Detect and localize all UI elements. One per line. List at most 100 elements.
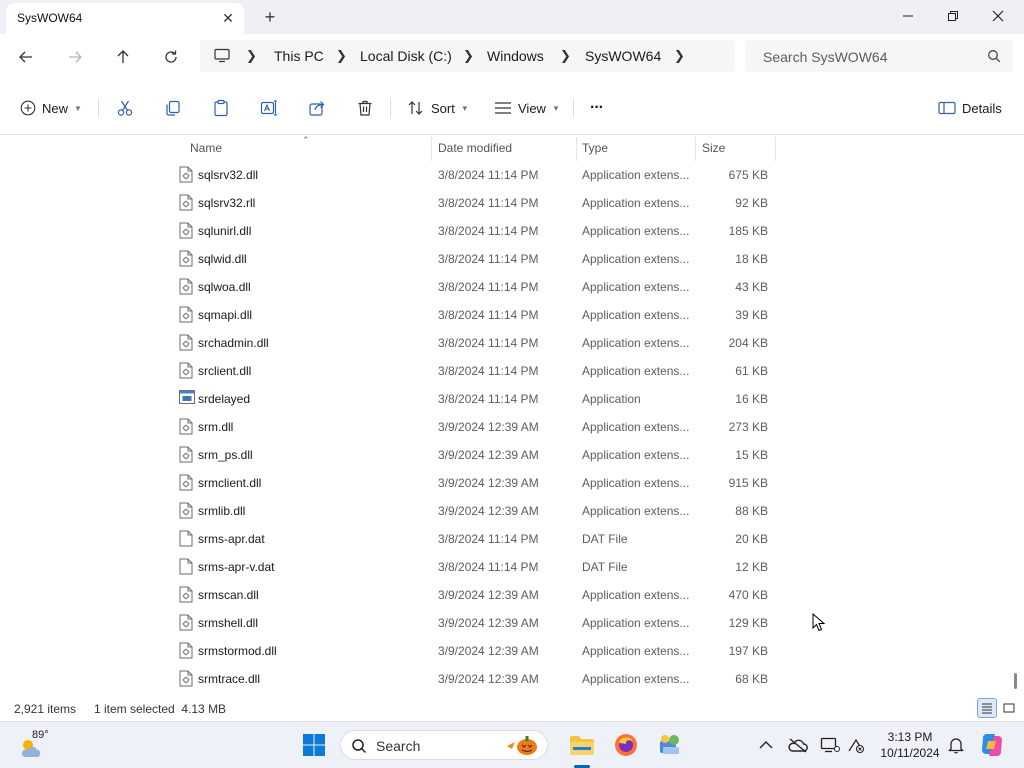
display-tray-button[interactable] <box>816 731 844 759</box>
onedrive-tray-button[interactable] <box>784 731 812 759</box>
file-row[interactable]: srchadmin.dll 3/8/2024 11:14 PM Applicatio… <box>176 329 776 357</box>
file-explorer-taskbar-icon[interactable] <box>568 731 596 759</box>
dll-icon <box>179 418 193 435</box>
paste-button[interactable] <box>212 95 230 121</box>
file-name: srm_ps.dll <box>198 448 253 462</box>
tab-title: SysWOW64 <box>17 11 83 25</box>
dll-icon <box>179 278 193 295</box>
file-row[interactable]: srclient.dll 3/8/2024 11:14 PM Application… <box>176 357 776 385</box>
start-button[interactable] <box>300 731 328 759</box>
file-row[interactable]: srms-apr-v.dat 3/8/2024 11:14 PM DAT File 1… <box>176 553 776 581</box>
clock[interactable]: 3:13 PM 10/11/2024 <box>872 729 948 761</box>
new-button[interactable]: New ▼ <box>20 95 82 121</box>
chevron-right-icon[interactable]: ❯ <box>463 48 474 64</box>
file-row[interactable]: sqlsrv32.rll 3/8/2024 11:14 PM Application… <box>176 189 776 217</box>
forward-button[interactable] <box>61 43 89 71</box>
column-divider[interactable] <box>775 137 776 161</box>
file-size: 61 KB <box>735 364 768 378</box>
file-row[interactable]: sqlsrv32.dll 3/8/2024 11:14 PM Application… <box>176 161 776 189</box>
exe-icon <box>179 390 195 407</box>
crumb-syswow64[interactable]: SysWOW64 <box>585 48 661 64</box>
file-row[interactable]: srmscan.dll 3/9/2024 12:39 AM Application … <box>176 581 776 609</box>
cut-button[interactable] <box>116 95 134 121</box>
delete-button[interactable] <box>356 95 374 121</box>
file-row[interactable]: srmshell.dll 3/9/2024 12:39 AM Application… <box>176 609 776 637</box>
arrow-right-icon <box>69 51 82 63</box>
column-header-name[interactable]: Name <box>190 135 222 161</box>
monitor-icon[interactable] <box>214 48 230 66</box>
control-panel-taskbar-icon[interactable] <box>656 731 684 759</box>
back-button[interactable] <box>12 43 40 71</box>
chevron-right-icon[interactable]: ❯ <box>336 48 347 64</box>
firefox-taskbar-icon[interactable] <box>612 731 640 759</box>
copilot-button[interactable] <box>978 731 1006 759</box>
network-disconnected-icon <box>848 738 865 753</box>
column-divider[interactable] <box>431 137 432 161</box>
chevron-right-icon[interactable]: ❯ <box>246 48 257 64</box>
crumb-windows[interactable]: Windows <box>487 48 544 64</box>
refresh-button[interactable] <box>157 43 185 71</box>
chevron-right-icon[interactable]: ❯ <box>560 48 571 64</box>
file-row[interactable]: srdelayed 3/8/2024 11:14 PM Application 16 … <box>176 385 776 413</box>
file-type: Application extens... <box>582 364 690 378</box>
divider <box>98 98 99 118</box>
taskbar-search[interactable]: Search <box>340 730 548 760</box>
file-size: 915 KB <box>728 476 768 490</box>
file-row[interactable]: srm.dll 3/9/2024 12:39 AM Application exte… <box>176 413 776 441</box>
column-header-size[interactable]: Size <box>702 135 725 161</box>
file-row[interactable]: srmlib.dll 3/9/2024 12:39 AM Application e… <box>176 497 776 525</box>
restore-icon <box>948 11 958 21</box>
close-button[interactable] <box>975 0 1021 32</box>
share-icon <box>309 101 325 116</box>
column-divider[interactable] <box>695 137 696 161</box>
share-button[interactable] <box>308 95 326 121</box>
network-tray-button[interactable] <box>842 731 870 759</box>
tab-close-icon[interactable]: ✕ <box>218 8 238 28</box>
column-divider[interactable] <box>576 137 577 161</box>
column-header-date[interactable]: Date modified <box>438 135 512 161</box>
file-row[interactable]: sqlwoa.dll 3/8/2024 11:14 PM Application e… <box>176 273 776 301</box>
search-input[interactable]: Search SysWOW64 <box>745 40 1013 72</box>
show-hidden-icons-button[interactable] <box>752 731 780 759</box>
new-tab-button[interactable]: + <box>258 6 282 28</box>
mouse-cursor-icon <box>812 613 826 632</box>
chevron-right-icon[interactable]: ❯ <box>674 48 685 64</box>
column-header-type[interactable]: Type <box>582 135 608 161</box>
dll-icon <box>179 586 193 603</box>
maximize-button[interactable] <box>930 0 976 32</box>
up-button[interactable] <box>109 43 137 71</box>
scrollbar-thumb[interactable] <box>1014 673 1017 689</box>
file-row[interactable]: sqlwid.dll 3/8/2024 11:14 PM Application e… <box>176 245 776 273</box>
file-date-modified: 3/8/2024 11:14 PM <box>438 560 539 574</box>
crumb-this-pc[interactable]: This PC <box>274 48 324 64</box>
file-row[interactable]: srms-apr.dat 3/8/2024 11:14 PM DAT File 20 … <box>176 525 776 553</box>
crumb-local-disk[interactable]: Local Disk (C:) <box>360 48 452 64</box>
plus-circle-icon <box>20 100 36 116</box>
file-row[interactable]: srm_ps.dll 3/9/2024 12:39 AM Application e… <box>176 441 776 469</box>
file-name: sqlsrv32.dll <box>198 168 259 182</box>
file-row[interactable]: srmclient.dll 3/9/2024 12:39 AM Applicatio… <box>176 469 776 497</box>
file-row[interactable]: srmstormod.dll 3/9/2024 12:39 AM Applicati… <box>176 637 776 665</box>
file-type: Application extens... <box>582 616 690 630</box>
file-date-modified: 3/9/2024 12:39 AM <box>438 420 539 434</box>
minimize-button[interactable] <box>885 0 931 32</box>
view-button[interactable]: View ▼ <box>494 95 560 121</box>
copy-button[interactable] <box>164 95 182 121</box>
file-size: 92 KB <box>735 196 768 210</box>
details-pane-button[interactable]: Details <box>938 95 1002 121</box>
file-row[interactable]: sqlunirl.dll 3/8/2024 11:14 PM Application… <box>176 217 776 245</box>
breadcrumb[interactable]: ❯ This PC ❯ Local Disk (C:) ❯ Windows ❯ … <box>200 40 735 72</box>
file-row[interactable]: srmtrace.dll 3/9/2024 12:39 AM Application… <box>176 665 776 693</box>
file-size: 273 KB <box>728 420 768 434</box>
file-name: srclient.dll <box>198 364 252 378</box>
notifications-button[interactable] <box>942 731 970 759</box>
file-date-modified: 3/8/2024 11:14 PM <box>438 196 539 210</box>
tab-syswow64[interactable]: SysWOW64 ✕ <box>6 3 244 34</box>
arrow-left-icon <box>19 51 32 63</box>
details-view-button[interactable] <box>977 698 997 718</box>
tiles-view-button[interactable] <box>999 698 1019 718</box>
more-options-button[interactable]: ··· <box>590 95 604 121</box>
sort-button[interactable]: Sort ▼ <box>407 95 469 121</box>
rename-button[interactable] <box>260 95 278 121</box>
file-row[interactable]: sqmapi.dll 3/8/2024 11:14 PM Application e… <box>176 301 776 329</box>
